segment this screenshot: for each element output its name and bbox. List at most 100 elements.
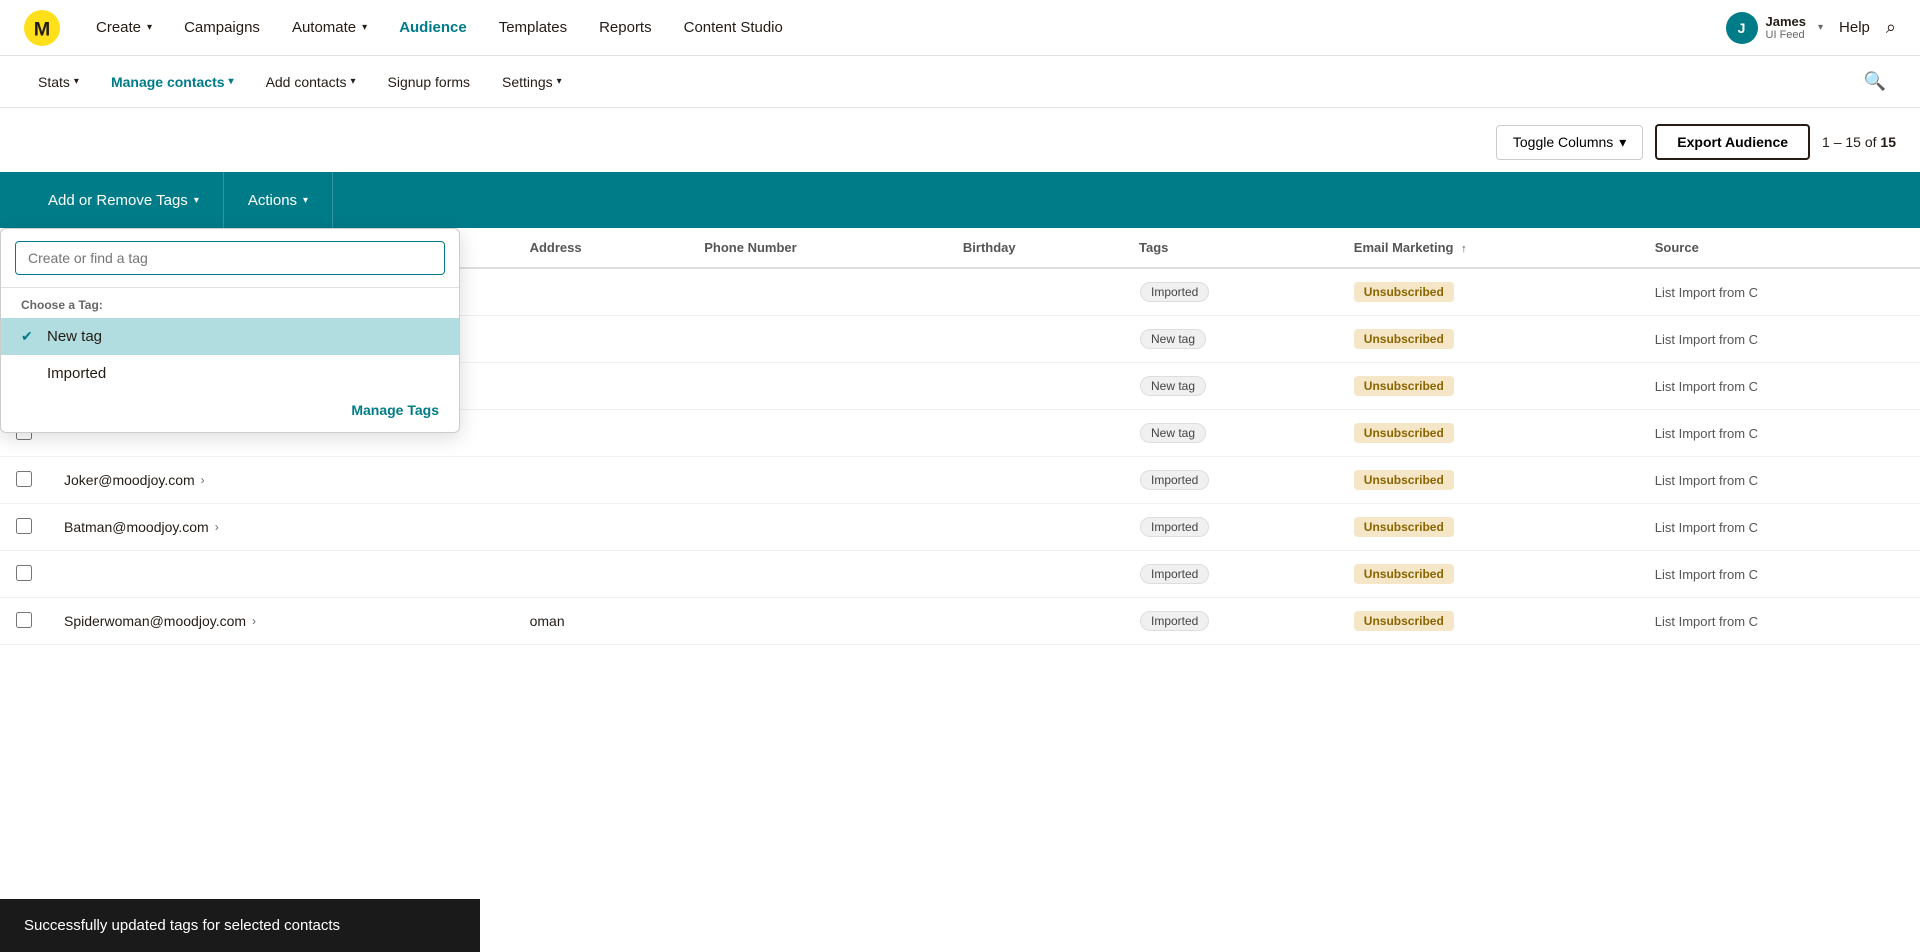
- row-tags: Imported: [1123, 268, 1338, 316]
- chevron-down-icon: ▾: [362, 22, 367, 33]
- row-address: [514, 410, 689, 457]
- row-birthday: [947, 410, 1123, 457]
- row-birthday: [947, 504, 1123, 551]
- user-chevron-icon: ▾: [1818, 22, 1823, 33]
- table-row: Batman@moodjoy.com›ImportedUnsubscribedL…: [0, 504, 1920, 551]
- row-email[interactable]: Batman@moodjoy.com›: [48, 504, 514, 551]
- add-remove-tags-button[interactable]: Add or Remove Tags ▾: [24, 172, 224, 228]
- row-checkbox[interactable]: [16, 518, 32, 534]
- actions-button[interactable]: Actions ▾: [224, 172, 333, 228]
- status-badge: Unsubscribed: [1354, 611, 1454, 631]
- manage-tags-link[interactable]: Manage Tags: [351, 402, 439, 418]
- row-checkbox-cell[interactable]: [0, 504, 48, 551]
- row-email-marketing-status: Unsubscribed: [1338, 316, 1639, 363]
- row-address: [514, 551, 689, 598]
- status-badge: Unsubscribed: [1354, 282, 1454, 302]
- dropdown-item-imported[interactable]: ✔ Imported: [1, 355, 459, 392]
- checkmark-icon: ✔: [21, 328, 37, 345]
- subnav-add-contacts[interactable]: Add contacts ▾: [252, 68, 370, 96]
- subnav-stats[interactable]: Stats ▾: [24, 68, 93, 96]
- chevron-down-icon: ▾: [147, 22, 152, 33]
- row-email-marketing-status: Unsubscribed: [1338, 551, 1639, 598]
- row-email[interactable]: Spiderwoman@moodjoy.com›: [48, 598, 514, 645]
- row-checkbox[interactable]: [16, 471, 32, 487]
- row-tags: Imported: [1123, 551, 1338, 598]
- row-email-marketing-status: Unsubscribed: [1338, 598, 1639, 645]
- row-address: oman: [514, 598, 689, 645]
- chevron-down-icon: ▾: [194, 195, 199, 206]
- row-checkbox-cell[interactable]: [0, 551, 48, 598]
- mailchimp-logo[interactable]: M: [24, 10, 60, 46]
- row-source: List Import from C: [1639, 457, 1920, 504]
- tag-badge: Imported: [1140, 564, 1209, 584]
- row-tags: New tag: [1123, 363, 1338, 410]
- subnav-settings[interactable]: Settings ▾: [488, 68, 576, 96]
- sort-asc-icon: ↑: [1461, 243, 1467, 255]
- row-email[interactable]: [48, 551, 514, 598]
- row-birthday: [947, 363, 1123, 410]
- search-icon[interactable]: ⌕: [1886, 17, 1896, 38]
- row-address: [514, 504, 689, 551]
- row-checkbox-cell[interactable]: [0, 598, 48, 645]
- row-source: List Import from C: [1639, 316, 1920, 363]
- row-address: [514, 316, 689, 363]
- row-checkbox[interactable]: [16, 565, 32, 581]
- nav-templates[interactable]: Templates: [487, 13, 579, 42]
- chevron-down-icon: ▾: [1619, 134, 1626, 151]
- col-source: Source: [1639, 228, 1920, 268]
- sub-search-icon[interactable]: 🔍: [1854, 65, 1896, 98]
- tag-badge: New tag: [1140, 329, 1206, 349]
- row-phone: [688, 504, 947, 551]
- nav-campaigns[interactable]: Campaigns: [172, 13, 272, 42]
- nav-create[interactable]: Create ▾: [84, 13, 164, 42]
- help-link[interactable]: Help: [1839, 19, 1870, 36]
- nav-automate[interactable]: Automate ▾: [280, 13, 379, 42]
- row-email-marketing-status: Unsubscribed: [1338, 410, 1639, 457]
- table-row: Joker@moodjoy.com›ImportedUnsubscribedLi…: [0, 457, 1920, 504]
- subnav-manage-contacts[interactable]: Manage contacts ▾: [97, 68, 248, 96]
- nav-content-studio[interactable]: Content Studio: [672, 13, 795, 42]
- row-email[interactable]: Joker@moodjoy.com›: [48, 457, 514, 504]
- status-badge: Unsubscribed: [1354, 564, 1454, 584]
- export-audience-button[interactable]: Export Audience: [1655, 124, 1810, 160]
- row-phone: [688, 457, 947, 504]
- subnav-signup-forms[interactable]: Signup forms: [374, 68, 484, 96]
- toggle-columns-button[interactable]: Toggle Columns ▾: [1496, 125, 1643, 160]
- sub-nav: Stats ▾ Manage contacts ▾ Add contacts ▾…: [0, 56, 1920, 108]
- row-phone: [688, 551, 947, 598]
- status-badge: Unsubscribed: [1354, 517, 1454, 537]
- chevron-down-icon: ▾: [557, 76, 562, 87]
- col-address: Address: [514, 228, 689, 268]
- tag-search-input[interactable]: [15, 241, 445, 275]
- row-checkbox-cell[interactable]: [0, 457, 48, 504]
- row-phone: [688, 598, 947, 645]
- row-checkbox[interactable]: [16, 612, 32, 628]
- dropdown-item-new-tag[interactable]: ✔ New tag: [1, 318, 459, 355]
- row-phone: [688, 268, 947, 316]
- row-birthday: [947, 457, 1123, 504]
- row-email-marketing-status: Unsubscribed: [1338, 457, 1639, 504]
- row-source: List Import from C: [1639, 410, 1920, 457]
- dropdown-section-label: Choose a Tag:: [1, 288, 459, 318]
- row-email-marketing-status: Unsubscribed: [1338, 268, 1639, 316]
- svg-text:M: M: [34, 18, 50, 40]
- table-row: Spiderwoman@moodjoy.com›oman Imported Unsu…: [0, 598, 1920, 645]
- tag-badge: Imported: [1140, 611, 1209, 631]
- status-badge: Unsubscribed: [1354, 423, 1454, 443]
- row-address: [514, 457, 689, 504]
- dropdown-search-row: [1, 229, 459, 288]
- row-phone: [688, 363, 947, 410]
- nav-right: J James UI Feed ▾ Help ⌕: [1726, 12, 1896, 44]
- row-birthday: [947, 598, 1123, 645]
- expand-icon: ›: [215, 520, 219, 534]
- row-source: List Import from C: [1639, 363, 1920, 410]
- tag-dropdown: Choose a Tag: ✔ New tag ✔ Imported Manag…: [0, 228, 460, 433]
- row-email-marketing-status: Unsubscribed: [1338, 363, 1639, 410]
- user-menu[interactable]: J James UI Feed ▾: [1726, 12, 1824, 44]
- nav-audience[interactable]: Audience: [387, 13, 479, 42]
- pagination: 1 – 15 of 15: [1822, 134, 1896, 150]
- col-email-marketing[interactable]: Email Marketing ↑: [1338, 228, 1639, 268]
- nav-reports[interactable]: Reports: [587, 13, 664, 42]
- tag-badge: New tag: [1140, 376, 1206, 396]
- row-source: List Import from C: [1639, 268, 1920, 316]
